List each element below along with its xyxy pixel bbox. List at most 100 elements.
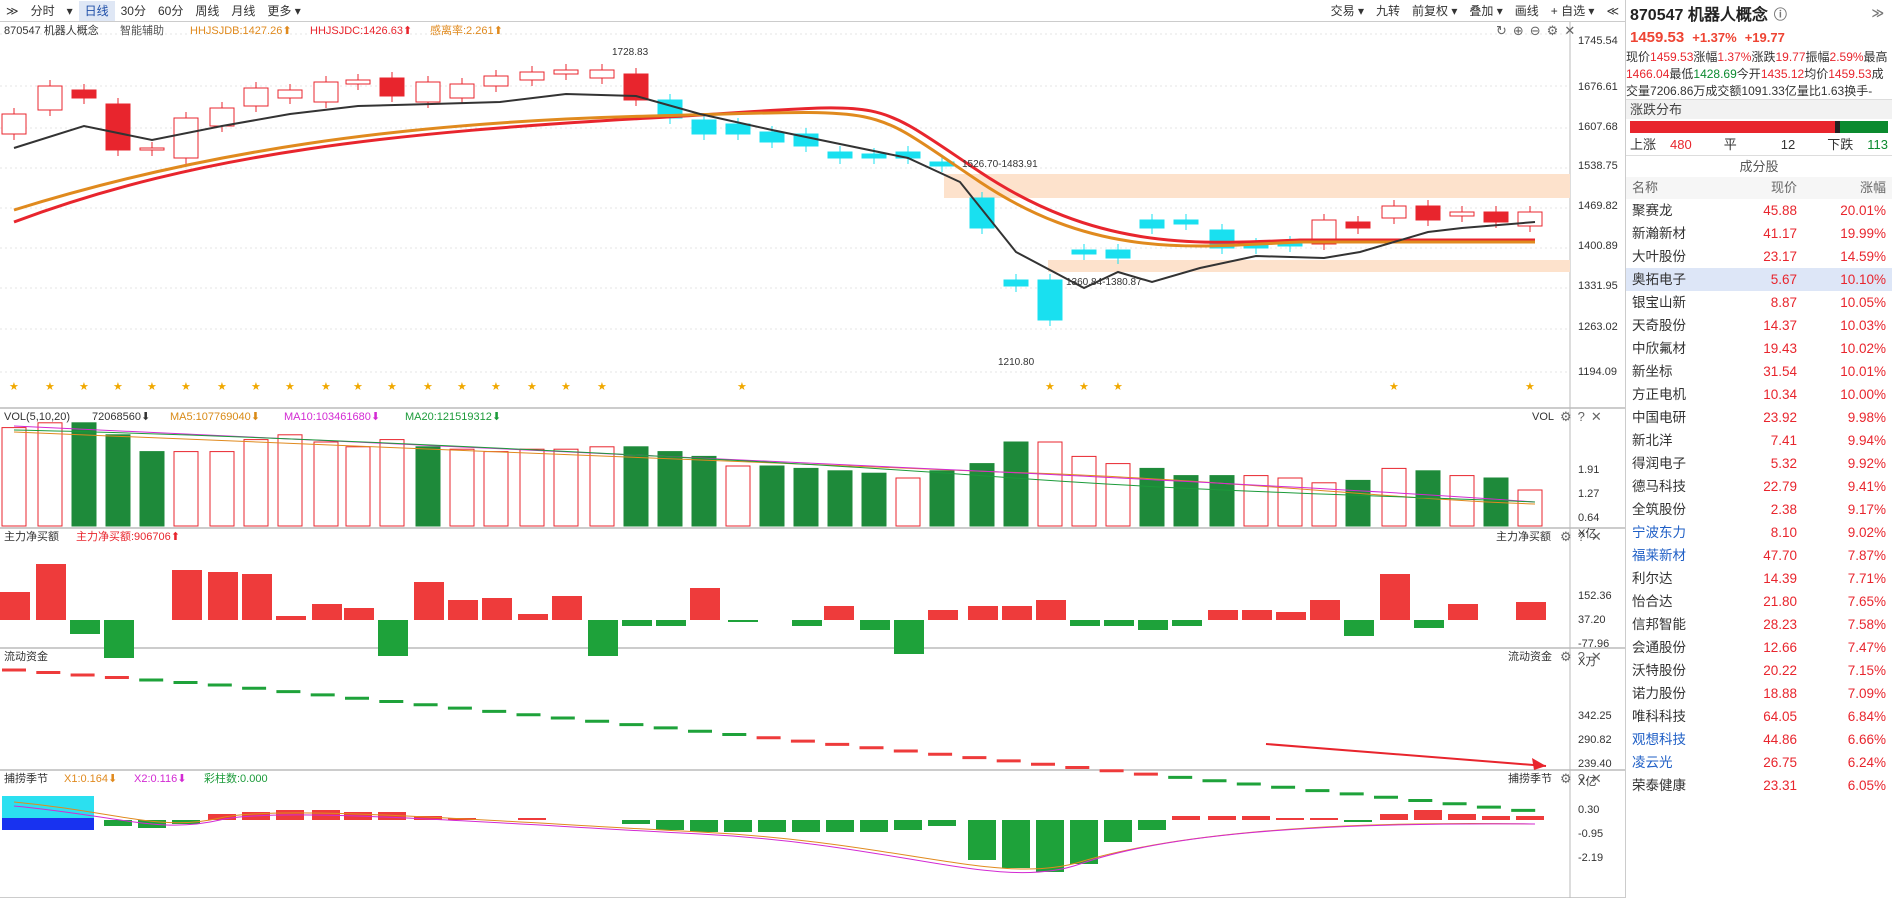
quote-label-5-0: 量比 <box>1796 84 1821 98</box>
constituent-row[interactable]: 福莱新材 47.70 7.87% <box>1626 544 1892 567</box>
constituent-pct: 7.87% <box>1847 548 1886 563</box>
constituent-row[interactable]: 唯科科技 64.05 6.84% <box>1626 705 1892 728</box>
constituent-row[interactable]: 全筑股份 2.38 9.17% <box>1626 498 1892 521</box>
distribution-counts: 上涨 480 平 12 下跌 113 <box>1626 135 1892 155</box>
left-btn-2[interactable]: ▾ <box>61 1 79 21</box>
constituent-row[interactable]: 新北洋 7.41 9.94% <box>1626 429 1892 452</box>
left-btn-3[interactable]: 日线 <box>78 0 115 21</box>
osc-bar <box>1138 820 1166 830</box>
assist-toggle[interactable]: 智能辅助 <box>120 24 164 38</box>
flow-bar <box>1276 612 1306 620</box>
right-btn-2[interactable]: 前复权 ▾ <box>1406 1 1463 21</box>
osc-x2: X2:0.116⬇ <box>134 773 187 785</box>
right-btn-5[interactable]: + 自选 ▾ <box>1545 1 1601 21</box>
rise-rate-value: 感离率:2.261⬆ <box>430 25 503 37</box>
constituent-row[interactable]: 新瀚新材 41.17 19.99% <box>1626 222 1892 245</box>
price-panel-icons[interactable]: ↻⊕⊖⚙✕ <box>1496 23 1581 39</box>
chart-canvas[interactable]: ★ ★ ★ ★ ★ ★ ★ ★ ★ ★ ★ ★ ★ ★ ★ ★ ★ ★ ★ ★ ★ ★ ★ ★ <box>0 22 1625 898</box>
left-btn-6[interactable]: 周线 <box>189 1 225 21</box>
osc-tick: 0.30 <box>1578 804 1600 816</box>
volume-bar <box>1 427 27 527</box>
volume-bar <box>1071 455 1097 527</box>
price-tick: 1194.09 <box>1578 366 1617 378</box>
price-tick: 1263.02 <box>1578 321 1618 333</box>
right-btn-6[interactable]: ≪ <box>1600 1 1625 21</box>
constituent-row[interactable]: 得润电子 5.32 9.92% <box>1626 452 1892 475</box>
constituent-row[interactable]: 观想科技 44.86 6.66% <box>1626 728 1892 751</box>
info-icon[interactable]: ⓘ <box>1774 4 1787 23</box>
header-pct[interactable]: 涨幅 <box>1797 177 1886 199</box>
liq-tick: 239.40 <box>1578 758 1612 770</box>
volume-bar <box>277 434 303 527</box>
constituent-row[interactable]: 方正电机 10.34 10.00% <box>1626 383 1892 406</box>
left-btn-4[interactable]: 30分 <box>115 1 152 21</box>
constituent-row[interactable]: 银宝山新 8.87 10.05% <box>1626 291 1892 314</box>
right-btn-4[interactable]: 画线 <box>1509 1 1545 21</box>
flow-bar <box>208 572 238 620</box>
liq-right-label: 流动资金 <box>1508 651 1552 663</box>
flow-bar <box>928 610 958 620</box>
constituent-row[interactable]: 会通股份 12.66 7.47% <box>1626 636 1892 659</box>
flow-bar <box>1172 620 1202 626</box>
constituent-price: 21.80 <box>1763 594 1797 609</box>
volume-bar <box>657 451 683 527</box>
price-tick: 1538.75 <box>1578 160 1618 172</box>
trend-arrowhead-icon <box>1532 758 1546 770</box>
osc-bar <box>758 820 786 832</box>
constituent-price: 8.87 <box>1770 295 1797 310</box>
constituent-row[interactable]: 奥拓电子 5.67 10.10% <box>1626 268 1892 291</box>
flow-bar <box>860 620 890 630</box>
right-btn-3[interactable]: 叠加 ▾ <box>1463 1 1508 21</box>
constituent-row[interactable]: 中欣氟材 19.43 10.02% <box>1626 337 1892 360</box>
header-name[interactable]: 名称 <box>1632 177 1727 199</box>
constituent-row[interactable]: 怡合达 21.80 7.65% <box>1626 590 1892 613</box>
constituent-row[interactable]: 诺力股份 18.88 7.09% <box>1626 682 1892 705</box>
vol-panel-icons[interactable]: ⚙?✕ <box>1560 409 1608 425</box>
quote-title: 870547 机器人概念 ⓘ ≫ <box>1626 0 1892 26</box>
constituent-pct: 7.58% <box>1847 617 1886 632</box>
candle <box>1449 211 1475 217</box>
header-price[interactable]: 现价 <box>1727 177 1797 199</box>
collapse-panel-icon[interactable]: ≫ <box>1871 6 1884 20</box>
constituent-price: 41.17 <box>1763 226 1797 241</box>
right-btn-0[interactable]: 交易 ▾ <box>1325 1 1370 21</box>
constituent-name: 聚赛龙 <box>1632 203 1673 218</box>
constituent-row[interactable]: 凌云光 26.75 6.24% <box>1626 751 1892 774</box>
left-btn-1[interactable]: 分时 <box>25 1 61 21</box>
constituent-row[interactable]: 宁波东力 8.10 9.02% <box>1626 521 1892 544</box>
left-btn-8[interactable]: 更多 ▾ <box>261 1 306 21</box>
constituent-row[interactable]: 信邦智能 28.23 7.58% <box>1626 613 1892 636</box>
constituents-list: 聚赛龙 45.88 20.01% 新瀚新材 41.17 19.99% 大叶股份 23.17 14… <box>1626 199 1892 797</box>
constituent-row[interactable]: 聚赛龙 45.88 20.01% <box>1626 199 1892 222</box>
chart-area[interactable]: ★ ★ ★ ★ ★ ★ ★ ★ ★ ★ ★ ★ ★ ★ ★ ★ ★ ★ ★ ★ ★ ★ ★ ★ 870547 机器人概念 智能… <box>0 22 1625 898</box>
price-title: 870547 机器人概念 <box>4 25 99 37</box>
left-btn-5[interactable]: 60分 <box>152 1 189 21</box>
constituent-name: 新北洋 <box>1632 433 1673 448</box>
constituent-row[interactable]: 德马科技 22.79 9.41% <box>1626 475 1892 498</box>
constituent-row[interactable]: 荣泰健康 23.31 6.05% <box>1626 774 1892 797</box>
constituent-row[interactable]: 大叶股份 23.17 14.59% <box>1626 245 1892 268</box>
candle <box>1105 249 1131 259</box>
right-btn-1[interactable]: 九转 <box>1370 1 1406 21</box>
volume-bar <box>759 465 785 527</box>
flow-bar <box>448 600 478 620</box>
constituent-row[interactable]: 天奇股份 14.37 10.03% <box>1626 314 1892 337</box>
osc-right-label: 捕捞季节 <box>1508 773 1552 785</box>
osc-bar <box>1310 818 1338 820</box>
vol-tick: 1.91 <box>1578 464 1600 476</box>
signal-star-icon: ★ <box>321 381 331 393</box>
left-btn-7[interactable]: 月线 <box>225 1 261 21</box>
candle <box>139 147 165 151</box>
constituent-row[interactable]: 利尔达 14.39 7.71% <box>1626 567 1892 590</box>
volume-bar <box>1139 467 1165 527</box>
vol-ma10: MA10:103461680⬇ <box>284 411 381 423</box>
flow-bar <box>0 592 30 620</box>
constituent-row[interactable]: 沃特股份 20.22 7.15% <box>1626 659 1892 682</box>
constituent-row[interactable]: 中国电研 23.92 9.98% <box>1626 406 1892 429</box>
constituent-row[interactable]: 新坐标 31.54 10.01% <box>1626 360 1892 383</box>
constituent-pct: 6.66% <box>1847 732 1886 747</box>
price-tick: 1469.82 <box>1578 200 1618 212</box>
left-btn-0[interactable]: ≫ <box>0 1 25 21</box>
vol-unit: X亿 <box>1578 528 1597 540</box>
candle <box>691 119 717 135</box>
